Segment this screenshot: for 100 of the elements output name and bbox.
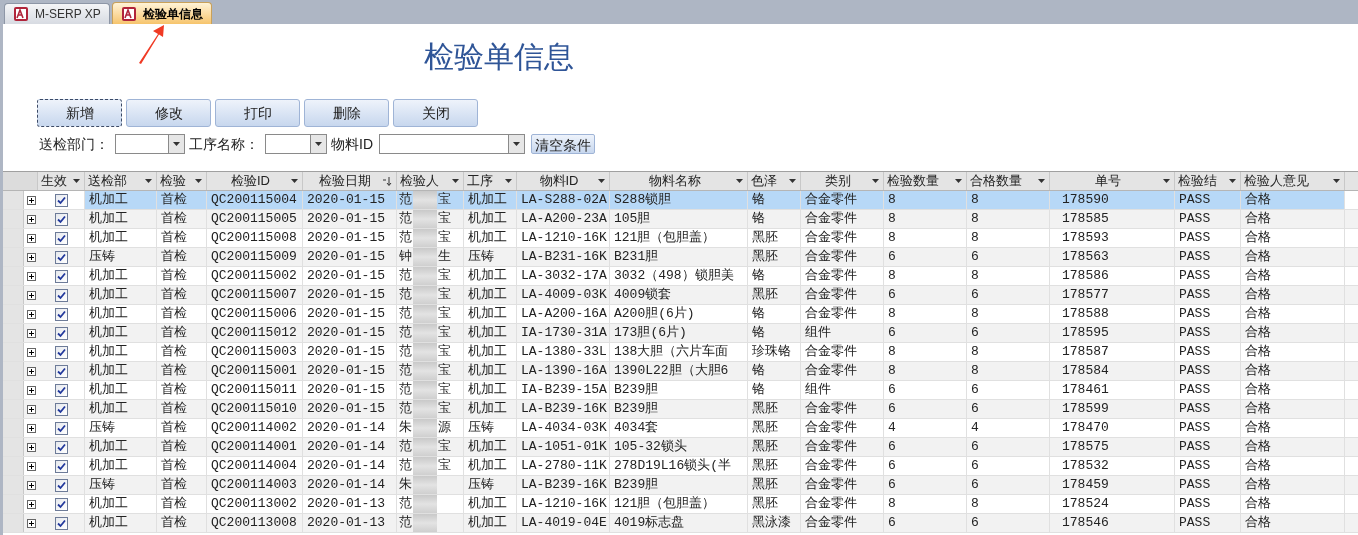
- table-cell: 首检: [157, 305, 207, 323]
- table-cell: 机加工: [464, 362, 517, 380]
- table-cell: 合格: [1241, 191, 1345, 209]
- filter-dropdown[interactable]: [115, 134, 185, 154]
- column-header[interactable]: 检验人: [397, 172, 464, 190]
- table-cell: 机加工: [464, 286, 517, 304]
- table-cell: 首检: [157, 419, 207, 437]
- expand-icon[interactable]: [26, 499, 36, 509]
- expand-icon[interactable]: [26, 195, 36, 205]
- table-cell: 178586: [1050, 267, 1175, 285]
- column-header[interactable]: 合格数量: [967, 172, 1050, 190]
- column-header[interactable]: 物料名称: [610, 172, 748, 190]
- table-cell: LA-2780-11K: [517, 457, 610, 475]
- table-cell: LA-4019-04E: [517, 514, 610, 532]
- table-cell: 178599: [1050, 400, 1175, 418]
- expand-icon[interactable]: [26, 480, 36, 490]
- column-header[interactable]: 类别: [801, 172, 884, 190]
- filter-dropdown[interactable]: [265, 134, 327, 154]
- toolbar-button[interactable]: 新增: [37, 99, 122, 127]
- table-cell: 178585: [1050, 210, 1175, 228]
- table-cell: 黑胚: [748, 229, 801, 247]
- table-cell: 4009锁套: [610, 286, 748, 304]
- checkbox[interactable]: [54, 478, 68, 492]
- expand-icon[interactable]: [26, 328, 36, 338]
- table-cell: 178470: [1050, 419, 1175, 437]
- expand-icon[interactable]: [26, 518, 36, 528]
- column-header[interactable]: 生效: [38, 172, 85, 190]
- checkbox[interactable]: [54, 326, 68, 340]
- expand-icon[interactable]: [26, 404, 36, 414]
- filter-label: 物料ID: [331, 134, 373, 154]
- table-cell: 178546: [1050, 514, 1175, 532]
- table-cell-text: 朱: [399, 476, 412, 495]
- column-header[interactable]: 工序: [464, 172, 517, 190]
- table-cell: 8: [967, 305, 1050, 323]
- table-cell: 6: [967, 457, 1050, 475]
- toolbar-button[interactable]: 打印: [215, 99, 300, 127]
- table-cell: QC200115009: [207, 248, 303, 266]
- expand-icon[interactable]: [26, 347, 36, 357]
- column-header[interactable]: 检验日期: [303, 172, 397, 190]
- checkbox[interactable]: [54, 288, 68, 302]
- table-cell: 首检: [157, 362, 207, 380]
- table-cell: 合格: [1241, 286, 1345, 304]
- expand-icon[interactable]: [26, 442, 36, 452]
- table-cell: 105-32锁头: [610, 438, 748, 456]
- redaction-mark: [413, 362, 437, 380]
- column-header[interactable]: 色泽: [748, 172, 801, 190]
- checkbox[interactable]: [54, 193, 68, 207]
- clear-filter-button[interactable]: 清空条件: [531, 134, 595, 154]
- expand-icon[interactable]: [26, 461, 36, 471]
- document-tab[interactable]: 检验单信息: [111, 2, 212, 24]
- toolbar-button[interactable]: 删除: [304, 99, 389, 127]
- checkbox[interactable]: [54, 402, 68, 416]
- expand-icon[interactable]: [26, 214, 36, 224]
- expand-icon[interactable]: [26, 233, 36, 243]
- toolbar-button[interactable]: 关闭: [393, 99, 478, 127]
- expand-icon[interactable]: [26, 271, 36, 281]
- document-tab[interactable]: M-SERP XP: [4, 3, 110, 24]
- table-cell-text: 宝: [438, 362, 451, 381]
- column-header[interactable]: 检验人意见: [1241, 172, 1345, 190]
- table-cell: 机加工: [464, 438, 517, 456]
- column-header[interactable]: 单号: [1050, 172, 1175, 190]
- column-header[interactable]: 检验数量: [884, 172, 967, 190]
- table-cell: 6: [884, 400, 967, 418]
- checkbox[interactable]: [54, 440, 68, 454]
- checkbox[interactable]: [54, 212, 68, 226]
- checkbox[interactable]: [54, 250, 68, 264]
- table-cell: 机加工: [464, 267, 517, 285]
- table-cell: 合格: [1241, 229, 1345, 247]
- checkbox[interactable]: [54, 307, 68, 321]
- expand-icon[interactable]: [26, 366, 36, 376]
- checkbox[interactable]: [54, 459, 68, 473]
- checkbox[interactable]: [54, 421, 68, 435]
- table-cell: 8: [967, 229, 1050, 247]
- table-cell: QC200113002: [207, 495, 303, 513]
- table-cell: 铬: [748, 191, 801, 209]
- checkbox[interactable]: [54, 497, 68, 511]
- column-header[interactable]: 物料ID: [517, 172, 610, 190]
- toolbar-button[interactable]: 修改: [126, 99, 211, 127]
- dropdown-caret-icon: [315, 142, 322, 146]
- expand-icon[interactable]: [26, 423, 36, 433]
- checkbox[interactable]: [54, 231, 68, 245]
- checkbox[interactable]: [54, 345, 68, 359]
- table-cell: IA-B239-15A: [517, 381, 610, 399]
- expand-icon[interactable]: [26, 290, 36, 300]
- checkbox[interactable]: [54, 269, 68, 283]
- expand-icon[interactable]: [26, 309, 36, 319]
- column-header[interactable]: 送检部: [85, 172, 157, 190]
- table-cell: 6: [967, 324, 1050, 342]
- table-cell: QC200113008: [207, 514, 303, 532]
- expand-icon[interactable]: [26, 385, 36, 395]
- checkbox[interactable]: [54, 364, 68, 378]
- table-cell: 机加工: [85, 267, 157, 285]
- column-header[interactable]: 检验: [157, 172, 207, 190]
- table-cell: 压铸: [464, 419, 517, 437]
- filter-dropdown[interactable]: [379, 134, 525, 154]
- column-header[interactable]: 检验ID: [207, 172, 303, 190]
- column-header[interactable]: 检验结: [1175, 172, 1241, 190]
- checkbox[interactable]: [54, 516, 68, 530]
- expand-icon[interactable]: [26, 252, 36, 262]
- checkbox[interactable]: [54, 383, 68, 397]
